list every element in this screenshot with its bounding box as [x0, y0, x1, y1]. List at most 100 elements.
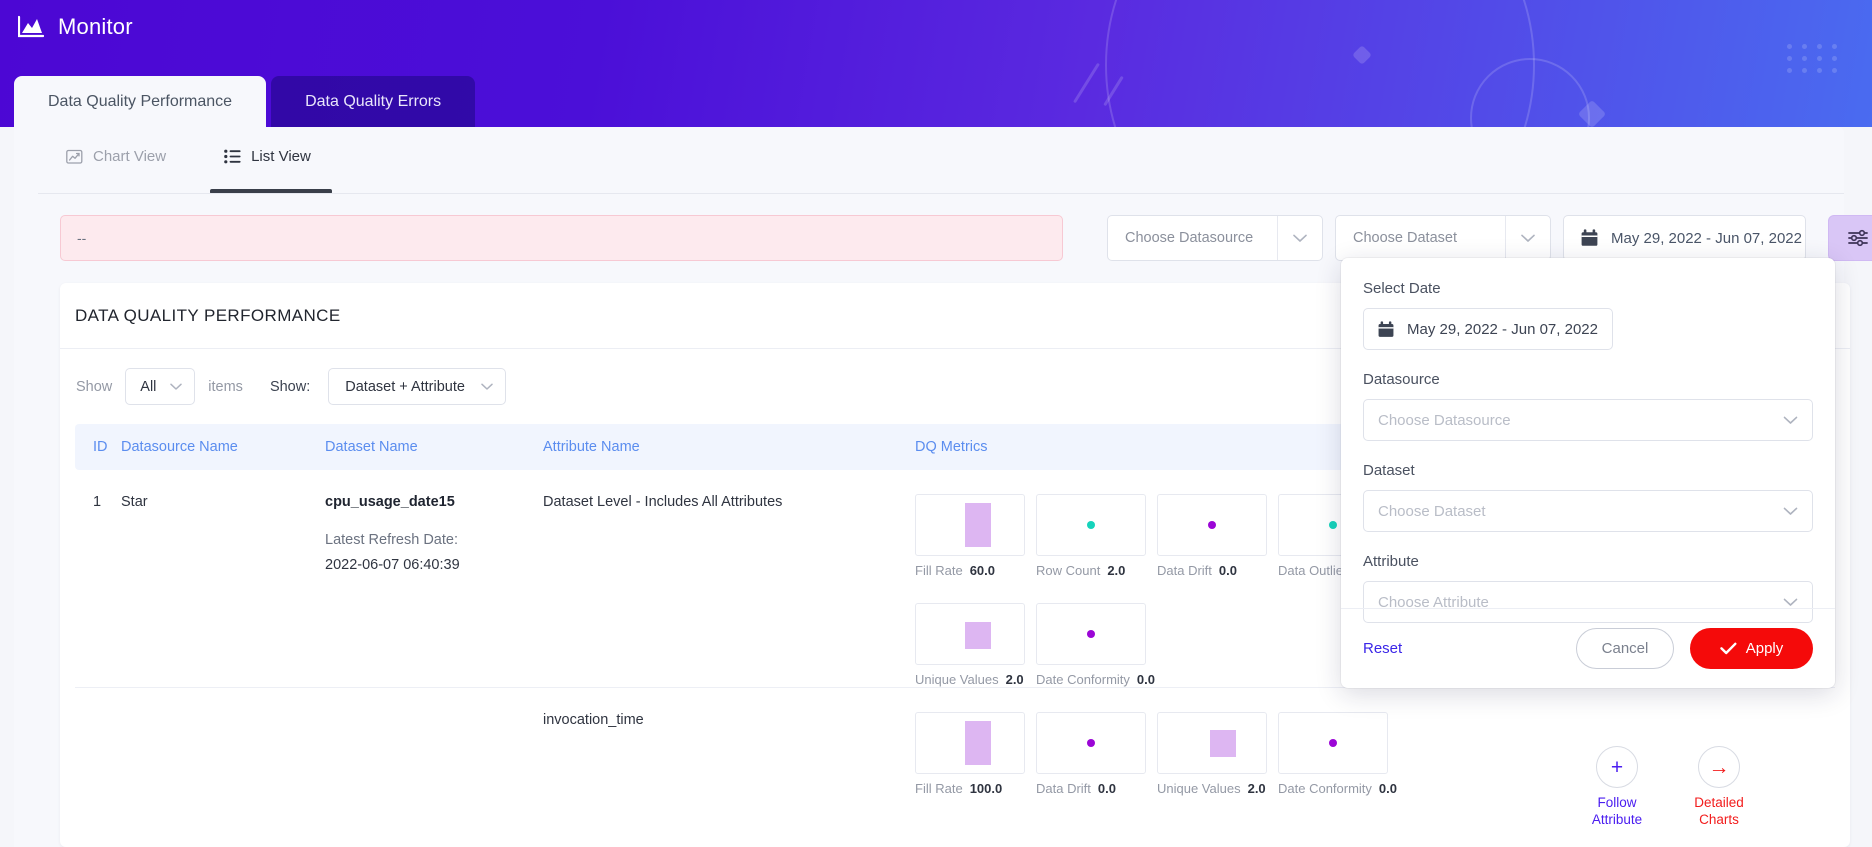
line-chart-icon [66, 149, 83, 165]
detailed-charts-label: Detailed Charts [1684, 795, 1754, 829]
metric-dot [1329, 739, 1337, 747]
row-actions: + Follow Attribute → Detailed Charts [1582, 746, 1754, 829]
metric-tile-date-conformity[interactable] [1278, 712, 1388, 774]
metric-label-row-count: Row Count 2.0 [1036, 563, 1157, 578]
filter-popover: Select Date May 29, 2022 - Jun 07, 2022 … [1341, 258, 1835, 688]
check-icon [1720, 642, 1737, 655]
metric-bar [965, 503, 991, 546]
attribute-label: Attribute [1363, 553, 1813, 570]
apply-button[interactable]: Apply [1690, 628, 1813, 669]
metric-tile-data-drift[interactable] [1036, 712, 1146, 774]
metric-tile-unique-values[interactable] [1157, 712, 1267, 774]
subtab-chart-view[interactable]: Chart View [60, 144, 172, 179]
tab-data-quality-performance[interactable]: Data Quality Performance [14, 76, 266, 127]
reset-button[interactable]: Reset [1363, 640, 1402, 657]
dataset-name-text: cpu_usage_date15 [325, 494, 543, 510]
popover-datasource-select[interactable]: Choose Datasource [1363, 399, 1813, 441]
metric-tile-fill-rate[interactable] [915, 494, 1025, 556]
filter-toggle-button[interactable] [1828, 215, 1872, 261]
cell-attribute-name: Dataset Level - Includes All Attributes [543, 470, 915, 688]
alert-banner: -- [60, 215, 1063, 261]
latest-refresh-value: 2022-06-07 06:40:39 [325, 557, 543, 573]
decor-line-2 [1103, 76, 1124, 106]
metric-value: 0.0 [1379, 781, 1397, 796]
metric-label-data-drift: Data Drift 0.0 [1157, 563, 1278, 578]
column-header-datasource-name[interactable]: Datasource Name [121, 424, 325, 470]
metric-dot [1087, 630, 1095, 638]
metric-bar [965, 721, 991, 764]
show-items-suffix-label: items [208, 379, 243, 395]
metric-name: Date Conformity [1036, 672, 1130, 687]
list-icon [224, 149, 241, 164]
latest-refresh-label: Latest Refresh Date: [325, 532, 543, 548]
popover-date-value: May 29, 2022 - Jun 07, 2022 [1407, 321, 1598, 338]
metric-label-unique-values: Unique Values 2.0 [915, 672, 1036, 687]
popover-date-field[interactable]: May 29, 2022 - Jun 07, 2022 [1363, 308, 1613, 350]
filter-bar: -- Choose Datasource Choose Dataset [60, 215, 1850, 261]
cell-datasource-name [121, 688, 325, 797]
column-header-attribute-name[interactable]: Attribute Name [543, 424, 915, 470]
metric-value: 0.0 [1137, 672, 1155, 687]
plus-icon: + [1596, 746, 1638, 788]
brand: Monitor [18, 14, 133, 40]
apply-label: Apply [1746, 640, 1784, 657]
metric-name: Fill Rate [915, 563, 963, 578]
datasource-label: Datasource [1363, 371, 1813, 388]
popover-datasource-value: Choose Datasource [1378, 412, 1783, 429]
metric-name: Data Drift [1157, 563, 1212, 578]
metric-value: 2.0 [1107, 563, 1125, 578]
chevron-down-icon [1783, 507, 1798, 516]
metric-label-unique-values: Unique Values 2.0 [1157, 781, 1278, 796]
decor-circle-large [1105, 0, 1535, 127]
cancel-button[interactable]: Cancel [1576, 628, 1674, 669]
subtab-list-view[interactable]: List View [218, 144, 317, 179]
cell-id: 1 [75, 470, 121, 688]
metric-name: Row Count [1036, 563, 1100, 578]
column-header-id[interactable]: ID [75, 424, 121, 470]
cell-id [75, 688, 121, 797]
chevron-down-icon [170, 383, 182, 391]
cell-dataset-name [325, 688, 543, 797]
show-mode-select[interactable]: Dataset + Attribute [328, 368, 506, 405]
metric-dot [1087, 521, 1095, 529]
datasource-select[interactable]: Choose Datasource [1107, 215, 1323, 261]
date-range-button[interactable]: May 29, 2022 - Jun 07, 2022 [1563, 215, 1806, 261]
calendar-icon [1581, 229, 1598, 247]
metric-dot [1208, 521, 1216, 529]
dataset-select[interactable]: Choose Dataset [1335, 215, 1551, 261]
metric-bar [1210, 730, 1236, 757]
metric-label-fill-rate: Fill Rate 60.0 [915, 563, 1036, 578]
metric-tile-date-conformity[interactable] [1036, 603, 1146, 665]
metric-tile-data-drift[interactable] [1157, 494, 1267, 556]
subtab-divider [38, 193, 1844, 194]
subtab-label: List View [251, 148, 311, 165]
tab-data-quality-errors[interactable]: Data Quality Errors [271, 76, 475, 127]
metric-name: Date Conformity [1278, 781, 1372, 796]
popover-dataset-select[interactable]: Choose Dataset [1363, 490, 1813, 532]
table-row[interactable]: invocation_time [75, 688, 1835, 797]
metric-value: 0.0 [1219, 563, 1237, 578]
metric-name: Data Drift [1036, 781, 1091, 796]
top-header-bar: Monitor Data Quality Performance Data Qu… [0, 0, 1872, 127]
metric-tile-row-count[interactable] [1036, 494, 1146, 556]
metric-tile-fill-rate[interactable] [915, 712, 1025, 774]
metric-bar [965, 622, 991, 649]
metric-tile-unique-values[interactable] [915, 603, 1025, 665]
metric-label-date-conformity: Date Conformity 0.0 [1278, 781, 1399, 796]
follow-attribute-button[interactable]: + Follow Attribute [1582, 746, 1652, 829]
cell-datasource-name: Star [121, 470, 325, 688]
decor-diamond-2 [1578, 100, 1606, 127]
filter-popover-body: Select Date May 29, 2022 - Jun 07, 2022 … [1341, 258, 1835, 623]
metric-dot [1329, 521, 1337, 529]
metric-label-date-conformity: Date Conformity 0.0 [1036, 672, 1157, 687]
metric-name: Fill Rate [915, 781, 963, 796]
sliders-icon [1847, 228, 1869, 248]
chevron-down-icon [481, 383, 493, 391]
column-header-dataset-name[interactable]: Dataset Name [325, 424, 543, 470]
monitor-app: Monitor Data Quality Performance Data Qu… [0, 0, 1872, 847]
page-size-select[interactable]: All [125, 368, 195, 405]
detailed-charts-button[interactable]: → Detailed Charts [1684, 746, 1754, 829]
calendar-icon [1378, 321, 1394, 338]
filter-popover-footer: Reset Cancel Apply [1341, 608, 1835, 688]
arrow-right-icon: → [1698, 746, 1740, 788]
